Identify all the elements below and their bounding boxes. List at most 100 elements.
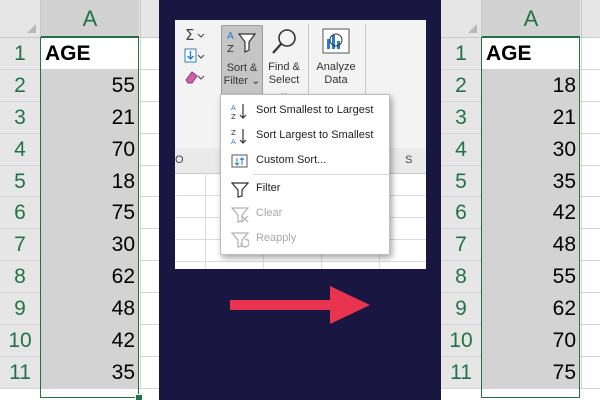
select-all-corner[interactable]	[0, 0, 41, 37]
row-number[interactable]: 4	[0, 133, 41, 165]
cell[interactable]	[581, 229, 600, 261]
cell[interactable]	[581, 325, 600, 356]
value-cell[interactable]: 35	[41, 356, 139, 388]
value-cell[interactable]: 62	[482, 293, 580, 325]
menu-item-sort-descending[interactable]: ZA Sort Largest to Smallest	[221, 123, 389, 148]
cell[interactable]	[581, 101, 600, 133]
row-number[interactable]: 1	[441, 38, 482, 69]
find-select-button[interactable]: Find & Select ⌄	[263, 25, 305, 99]
autosum-icon[interactable]: Σ	[183, 26, 205, 44]
value-cell[interactable]: 62	[41, 261, 139, 293]
value-cell[interactable]: 48	[41, 293, 139, 325]
svg-text:Z: Z	[231, 113, 236, 120]
cell[interactable]	[140, 229, 159, 261]
value-cell[interactable]: 42	[482, 197, 580, 229]
cell[interactable]	[140, 356, 159, 388]
cell[interactable]	[140, 38, 159, 69]
cell[interactable]	[581, 133, 600, 165]
value-cell[interactable]: 21	[41, 101, 139, 133]
clear-eraser-icon[interactable]	[183, 68, 205, 86]
cell[interactable]	[140, 261, 159, 293]
cell[interactable]	[140, 69, 159, 101]
row-number[interactable]: 7	[441, 229, 482, 261]
row-number[interactable]: 8	[0, 261, 41, 293]
menu-item-label: Filter	[256, 182, 281, 194]
menu-item-reapply[interactable]: Reapply	[221, 226, 389, 251]
row-number[interactable]: 8	[441, 261, 482, 293]
cell[interactable]	[581, 197, 600, 229]
analyze-data-button[interactable]: Analyze Data	[311, 25, 361, 95]
row-number[interactable]: 9	[0, 293, 41, 325]
row-number[interactable]: 3	[0, 101, 41, 133]
table-row: 11 35	[0, 356, 159, 389]
value-cell[interactable]: 42	[41, 325, 139, 356]
menu-item-sort-ascending[interactable]: AZ Sort Smallest to Largest	[221, 98, 389, 123]
value-cell[interactable]: 21	[482, 101, 580, 133]
row-number[interactable]: 10	[0, 325, 41, 356]
column-header-b[interactable]	[140, 0, 159, 37]
value-cell[interactable]: 30	[41, 229, 139, 261]
menu-item-label: Custom Sort...	[256, 154, 327, 166]
value-cell[interactable]: 18	[482, 69, 580, 101]
cell[interactable]	[140, 165, 159, 197]
value-cell[interactable]: 70	[41, 133, 139, 165]
reapply-icon	[231, 232, 249, 248]
select-all-corner[interactable]	[441, 0, 482, 37]
column-header-a[interactable]: A	[482, 0, 580, 38]
row-number[interactable]: 5	[0, 165, 41, 197]
value-cell[interactable]: 75	[41, 197, 139, 229]
row-number[interactable]: 11	[441, 356, 482, 388]
cell[interactable]	[581, 356, 600, 388]
value-cell[interactable]: 70	[482, 325, 580, 356]
value-cell[interactable]: 75	[482, 356, 580, 388]
row-number[interactable]: 4	[441, 133, 482, 165]
menu-item-label: Sort Largest to Smallest	[256, 129, 374, 141]
cell[interactable]	[581, 69, 600, 101]
cell[interactable]	[581, 165, 600, 197]
row-number[interactable]: 6	[441, 197, 482, 229]
fill-down-icon[interactable]	[183, 47, 205, 65]
cell[interactable]	[140, 293, 159, 325]
header-cell[interactable]: AGE	[41, 38, 139, 69]
menu-item-custom-sort[interactable]: Custom Sort...	[221, 148, 389, 173]
value-cell[interactable]: 48	[482, 229, 580, 261]
row-number[interactable]: 3	[441, 101, 482, 133]
cell[interactable]	[140, 133, 159, 165]
value-cell[interactable]: 55	[41, 69, 139, 101]
svg-text:Σ: Σ	[185, 26, 194, 44]
column-header-s[interactable]: S	[405, 154, 412, 166]
table-row: 2 55	[0, 69, 159, 102]
row-number[interactable]: 9	[441, 293, 482, 325]
column-header-a[interactable]: A	[41, 0, 139, 38]
cell[interactable]	[140, 101, 159, 133]
row-number[interactable]: 10	[441, 325, 482, 356]
menu-item-filter[interactable]: Filter	[221, 176, 389, 201]
cell[interactable]	[581, 293, 600, 325]
value-cell[interactable]: 35	[482, 165, 580, 197]
cell[interactable]	[581, 38, 600, 69]
row-number[interactable]: 2	[0, 69, 41, 101]
header-cell[interactable]: AGE	[482, 38, 580, 69]
table-row: 11 75	[441, 356, 600, 389]
cell[interactable]	[140, 197, 159, 229]
column-header-b[interactable]	[581, 0, 600, 37]
table-row: 8 55	[441, 261, 600, 294]
row-number[interactable]: 5	[441, 165, 482, 197]
row-number[interactable]: 1	[0, 38, 41, 69]
row-number[interactable]: 2	[441, 69, 482, 101]
row-number[interactable]: 11	[0, 356, 41, 388]
column-header-o[interactable]: O	[175, 154, 184, 166]
sort-filter-button[interactable]: A Z Sort & Filter ⌄	[221, 25, 263, 97]
row-number[interactable]: 6	[0, 197, 41, 229]
cell[interactable]	[140, 325, 159, 356]
fill-handle[interactable]	[135, 394, 143, 400]
menu-item-clear[interactable]: Clear	[221, 201, 389, 226]
sheet-rows: 1 AGE 2 55 3 21 4 70 5 18 6 75 7 30 8 62 9 48 10 4…	[0, 38, 159, 389]
table-row: 5 35	[441, 165, 600, 198]
value-cell[interactable]: 55	[482, 261, 580, 293]
value-cell[interactable]: 18	[41, 165, 139, 197]
menu-item-label: Sort Smallest to Largest	[256, 104, 374, 116]
cell[interactable]	[581, 261, 600, 293]
value-cell[interactable]: 30	[482, 133, 580, 165]
row-number[interactable]: 7	[0, 229, 41, 261]
